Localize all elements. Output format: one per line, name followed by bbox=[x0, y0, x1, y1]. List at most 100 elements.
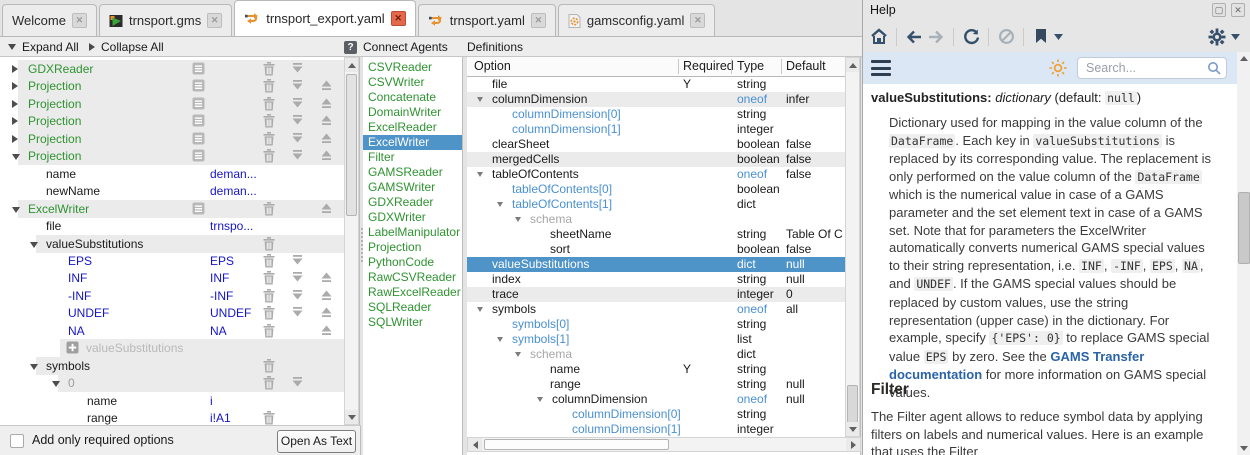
help-question-icon[interactable]: ? bbox=[344, 41, 357, 54]
delete-icon[interactable] bbox=[263, 97, 275, 114]
move-up-icon[interactable] bbox=[320, 202, 333, 217]
tree-row-file[interactable]: filetrnspo... bbox=[0, 217, 344, 235]
doc-menu-icon[interactable] bbox=[871, 60, 891, 76]
agent-item-csvwriter[interactable]: CSVWriter bbox=[363, 75, 462, 90]
tree-value[interactable]: i!A1 bbox=[210, 409, 231, 425]
tree-row-EPS[interactable]: EPSEPS bbox=[0, 252, 344, 270]
tree-row-UNDEF[interactable]: UNDEFUNDEF bbox=[0, 304, 344, 322]
tab-trnsport_export-yaml[interactable]: trnsport_export.yaml✕ bbox=[234, 0, 416, 36]
agent-item-csvreader[interactable]: CSVReader bbox=[363, 60, 462, 75]
collapse-arrow-icon[interactable] bbox=[497, 202, 503, 207]
defs-row-columnDimension[interactable]: columnDimensiononeofnull bbox=[467, 392, 845, 407]
tree-row-Projection[interactable]: Projection bbox=[0, 112, 344, 130]
definitions-scrollbar-thumb[interactable] bbox=[847, 385, 858, 423]
required-options-checkbox[interactable] bbox=[10, 434, 24, 448]
delete-icon[interactable] bbox=[263, 132, 275, 149]
comment-icon[interactable] bbox=[192, 202, 205, 218]
delete-icon[interactable] bbox=[263, 289, 275, 306]
delete-icon[interactable] bbox=[263, 324, 275, 341]
tree-row-range[interactable]: rangei!A1 bbox=[0, 409, 344, 425]
delete-icon[interactable] bbox=[263, 271, 275, 288]
tab-close-icon[interactable]: ✕ bbox=[531, 13, 546, 28]
collapse-all-button[interactable]: Collapse All bbox=[89, 37, 164, 57]
defs-row-columnDimension-1-[interactable]: columnDimension[1]integer bbox=[467, 122, 845, 137]
agent-item-concatenate[interactable]: Concatenate bbox=[363, 90, 462, 105]
defs-row-range[interactable]: rangestringnull bbox=[467, 377, 845, 392]
delete-icon[interactable] bbox=[263, 237, 275, 254]
defs-row-tableOfContents[interactable]: tableOfContentsoneoffalse bbox=[467, 167, 845, 182]
bookmark-menu-caret[interactable] bbox=[1052, 25, 1064, 49]
move-down-icon[interactable] bbox=[291, 149, 304, 164]
open-as-text-button[interactable]: Open As Text bbox=[277, 430, 356, 453]
delete-icon[interactable] bbox=[263, 202, 275, 219]
comment-icon[interactable] bbox=[192, 114, 205, 130]
collapse-arrow-icon[interactable] bbox=[477, 97, 483, 102]
tab-trnsport-gms[interactable]: trnsport.gms✕ bbox=[99, 4, 232, 36]
tree-row-valueSubstitutions[interactable]: valueSubstitutions bbox=[0, 339, 344, 357]
tree-value[interactable]: deman... bbox=[210, 182, 257, 200]
search-magnifier-icon[interactable] bbox=[1207, 61, 1221, 78]
forward-icon[interactable] bbox=[925, 25, 947, 49]
move-down-icon[interactable] bbox=[291, 132, 304, 147]
tree-row-newName[interactable]: newNamedeman... bbox=[0, 182, 344, 200]
tree-row-Projection[interactable]: Projection bbox=[0, 147, 344, 165]
help-vertical-scrollbar[interactable] bbox=[1237, 52, 1250, 455]
tree-value[interactable]: deman... bbox=[210, 165, 257, 183]
defs-row-name[interactable]: nameYstring bbox=[467, 362, 845, 377]
tree-row-symbols[interactable]: symbols bbox=[0, 357, 344, 375]
agent-item-gamswriter[interactable]: GAMSWriter bbox=[363, 180, 462, 195]
agent-item-domainwriter[interactable]: DomainWriter bbox=[363, 105, 462, 120]
delete-icon[interactable] bbox=[263, 62, 275, 79]
tree-row-ExcelWriter[interactable]: ExcelWriter bbox=[0, 200, 344, 218]
comment-icon[interactable] bbox=[192, 149, 205, 165]
expand-arrow-icon[interactable] bbox=[12, 117, 18, 125]
expand-arrow-icon[interactable] bbox=[12, 65, 18, 73]
tree-value[interactable]: EPS bbox=[210, 252, 234, 270]
agent-item-projection[interactable]: Projection bbox=[363, 240, 462, 255]
expand-arrow-icon[interactable] bbox=[12, 82, 18, 90]
tab-gamsconfig-yaml[interactable]: gamsconfig.yaml✕ bbox=[558, 4, 716, 36]
move-up-icon[interactable] bbox=[320, 149, 333, 164]
tab-close-icon[interactable]: ✕ bbox=[391, 11, 406, 26]
defs-row-clearSheet[interactable]: clearSheetbooleanfalse bbox=[467, 137, 845, 152]
expand-arrow-icon[interactable] bbox=[12, 100, 18, 108]
move-down-icon[interactable] bbox=[291, 79, 304, 94]
tree-row--INF[interactable]: -INF-INF bbox=[0, 287, 344, 305]
back-icon[interactable] bbox=[903, 25, 925, 49]
delete-icon[interactable] bbox=[263, 79, 275, 96]
move-down-icon[interactable] bbox=[291, 97, 304, 112]
tab-close-icon[interactable]: ✕ bbox=[207, 13, 222, 28]
expand-arrow-icon[interactable] bbox=[12, 135, 18, 143]
defs-row-valueSubstitutions[interactable]: valueSubstitutionsdictnull bbox=[467, 257, 845, 272]
tree-vertical-scrollbar[interactable] bbox=[344, 57, 359, 425]
help-scrollbar-thumb[interactable] bbox=[1238, 192, 1250, 264]
settings-menu-caret[interactable] bbox=[1228, 25, 1242, 49]
defs-row-columnDimension[interactable]: columnDimensiononeofinfer bbox=[467, 92, 845, 107]
home-icon[interactable] bbox=[868, 25, 890, 49]
tab-close-icon[interactable]: ✕ bbox=[690, 13, 705, 28]
move-up-icon[interactable] bbox=[320, 306, 333, 321]
defs-row-symbols[interactable]: symbolsoneofall bbox=[467, 302, 845, 317]
move-down-icon[interactable] bbox=[291, 62, 304, 77]
tree-value[interactable]: i bbox=[210, 392, 213, 410]
agent-item-gdxreader[interactable]: GDXReader bbox=[363, 195, 462, 210]
tree-row-name[interactable]: namei bbox=[0, 392, 344, 410]
agent-item-rawexcelreader[interactable]: RawExcelReader bbox=[363, 285, 462, 300]
collapse-arrow-icon[interactable] bbox=[30, 364, 38, 370]
move-up-icon[interactable] bbox=[320, 271, 333, 286]
bookmark-icon[interactable] bbox=[1030, 25, 1052, 49]
help-close-button[interactable]: ✕ bbox=[1231, 3, 1245, 17]
defs-row-columnDimension-1-[interactable]: columnDimension[1]integer bbox=[467, 422, 845, 437]
move-down-icon[interactable] bbox=[291, 114, 304, 129]
definitions-horizontal-scrollbar[interactable] bbox=[467, 437, 861, 452]
expand-all-button[interactable]: Expand All bbox=[8, 37, 79, 57]
comment-icon[interactable] bbox=[192, 62, 205, 78]
collapse-arrow-icon[interactable] bbox=[52, 381, 60, 387]
move-up-icon[interactable] bbox=[320, 132, 333, 147]
collapse-arrow-icon[interactable] bbox=[477, 172, 483, 177]
delete-icon[interactable] bbox=[263, 306, 275, 323]
agent-item-rawcsvreader[interactable]: RawCSVReader bbox=[363, 270, 462, 285]
tree-value[interactable]: UNDEF bbox=[210, 304, 251, 322]
collapse-arrow-icon[interactable] bbox=[12, 154, 20, 160]
tree-row-Projection[interactable]: Projection bbox=[0, 130, 344, 148]
